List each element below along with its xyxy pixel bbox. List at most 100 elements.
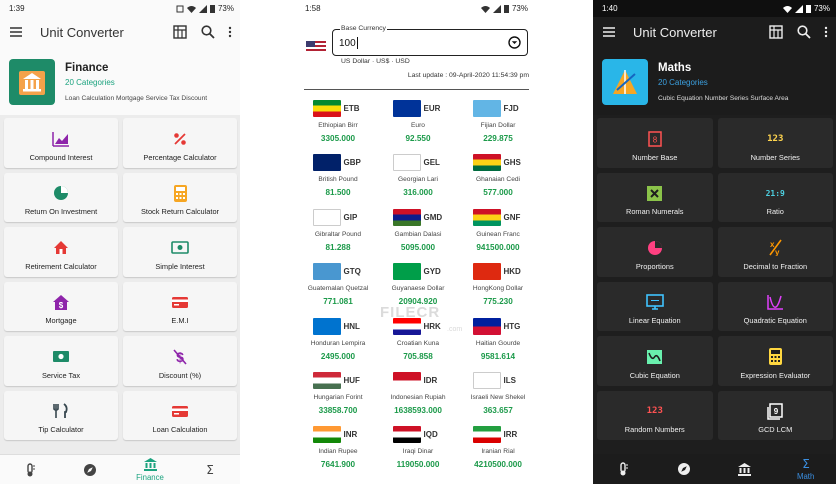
category-card[interactable]: Retirement Calculator [4,227,118,277]
nav-item[interactable] [654,454,715,484]
category-card[interactable]: 8 Number Base [597,118,713,168]
menu-icon[interactable] [10,27,22,37]
nav-item[interactable]: Finance [120,455,180,484]
currency-item[interactable]: HKD HongKong Dollar 775.230 [458,262,538,316]
search-icon[interactable] [201,25,215,39]
category-card[interactable]: E.M.I [123,281,237,331]
category-card[interactable]: $ Discount (%) [123,336,237,386]
category-card[interactable]: 9 GCD LCM [717,390,833,440]
category-card[interactable]: $ Mortgage [4,281,118,331]
flag-icon [472,154,501,172]
dropdown-icon[interactable] [508,36,521,49]
category-card[interactable]: Quadratic Equation [717,281,833,331]
category-card[interactable]: Loan Calculation [123,390,237,440]
category-card[interactable]: Stock Return Calculator [123,172,237,222]
category-card[interactable]: x y Decimal to Fraction [717,227,833,277]
currency-code: GIP [343,212,358,222]
calculator-grid-icon[interactable] [769,25,784,39]
flag-icon [392,208,421,226]
currency-code: ILS [503,375,516,385]
base-currency-name: US Dollar · US$ · USD [341,58,410,65]
svg-text:Σ: Σ [802,457,810,470]
currency-code: HRK [423,321,441,331]
currency-item[interactable]: IQD Iraqi Dinar 119050.000 [378,425,458,479]
currency-item[interactable]: ILS Israeli New Shekel 363.657 [458,371,538,425]
category-card[interactable]: Compound Interest [4,118,118,168]
category-card[interactable]: Percentage Calculator [123,118,237,168]
nav-item[interactable] [715,454,776,484]
category-card[interactable]: Proportions [597,227,713,277]
card-label: Stock Return Calculator [140,207,220,216]
currency-item[interactable]: GHS Ghanaian Cedi 577.000 [458,153,538,207]
nav-item[interactable] [0,455,60,484]
calculator-icon [768,348,782,366]
currency-item[interactable]: GNF Guinean Franc 941500.000 [458,208,538,262]
currency-item[interactable]: IRR Iranian Rial 4210500.000 [458,425,538,479]
svg-text:Σ: Σ [206,463,214,476]
category-card[interactable]: Return On Investment [4,172,118,222]
currency-item[interactable]: HUF Hungarian Forint 33858.700 [298,371,378,425]
card-label: Compound Interest [29,152,93,162]
maths-screen: 1:40 73% Unit Converter Maths 20 Categor… [593,0,836,484]
currency-name: Gambian Dalasi [394,230,442,238]
cubic-icon [646,348,663,366]
base-amount-input[interactable]: 100 [339,38,356,49]
more-icon[interactable] [228,26,232,38]
currency-code: GTQ [343,267,361,277]
currency-value: 705.858 [403,351,433,361]
currency-item[interactable]: GMD Gambian Dalasi 5095.000 [378,208,458,262]
nav-item[interactable]: Σ [180,455,240,484]
currency-item[interactable]: IDR Indonesian Rupiah 1638593.000 [378,371,458,425]
currency-item[interactable]: FJD Fijian Dollar 229.875 [458,99,538,153]
nav-item[interactable] [60,455,120,484]
currency-name: Georgian Lari [398,176,438,184]
nav-item[interactable]: Σ Math [775,454,836,484]
currency-item[interactable]: GIP Gibraltar Pound 81.288 [298,208,378,262]
battery-icon [209,4,215,13]
calculator-grid-icon[interactable] [173,25,188,39]
card-icon [171,293,189,311]
currency-item[interactable]: EUR Euro 92.550 [378,99,458,153]
currency-item[interactable]: GEL Georgian Lari 316.000 [378,153,458,207]
category-card[interactable]: 123 Random Numbers [597,390,713,440]
nav-label: Math [796,472,815,481]
currency-item[interactable]: INR Indian Rupee 7641.900 [298,425,378,479]
currency-header: ETB [312,99,364,118]
more-icon[interactable] [824,26,828,38]
category-card[interactable]: Cubic Equation [597,336,713,386]
category-card[interactable]: Expression Evaluator [717,336,833,386]
category-card[interactable]: 123 Number Series [717,118,833,168]
currency-name: Israeli New Shekel [470,393,526,401]
currency-item[interactable]: GBP British Pound 81.500 [298,153,378,207]
card-label: E.M.I [171,316,189,325]
currency-item[interactable]: GTQ Guatemalan Quetzal 771.081 [298,262,378,316]
category-card[interactable]: Roman Numerals [597,172,713,222]
flag-icon [312,371,341,389]
currency-name: Honduran Lempira [310,339,366,347]
currency-item[interactable]: HRK Croatian Kuna 705.858 [378,317,458,371]
base-currency-field[interactable]: Base Currency 100 [332,25,528,56]
currency-value: 771.081 [323,297,353,307]
search-icon[interactable] [797,25,811,39]
flag-icon [392,371,421,389]
category-description: Loan Calculation Mortgage Service Tax Di… [65,95,208,102]
calculator-icon [173,184,187,202]
currency-header: GYD [392,262,444,281]
category-card[interactable]: Tip Calculator [4,390,118,440]
category-card[interactable]: Linear Equation [597,281,713,331]
currency-name: Ethiopian Birr [318,122,358,129]
category-card[interactable]: 21:9 Ratio [717,172,833,222]
currency-value: 363.657 [483,405,513,415]
category-card[interactable]: Simple Interest [123,227,237,277]
category-card[interactable]: Service Tax [4,336,118,386]
home-icon [53,239,69,257]
currency-item[interactable]: HTG Haitian Gourde 9581.614 [458,317,538,371]
card-label: Decimal to Fraction [743,261,808,271]
menu-icon[interactable] [603,27,615,37]
battery-level: 73% [813,4,830,13]
nav-item[interactable] [593,454,654,484]
svg-text:y: y [775,248,780,256]
currency-item[interactable]: ETB Ethiopian Birr 3305.000 [298,99,378,153]
bank-icon [737,462,752,476]
currency-item[interactable]: HNL Honduran Lempira 2495.000 [298,317,378,371]
